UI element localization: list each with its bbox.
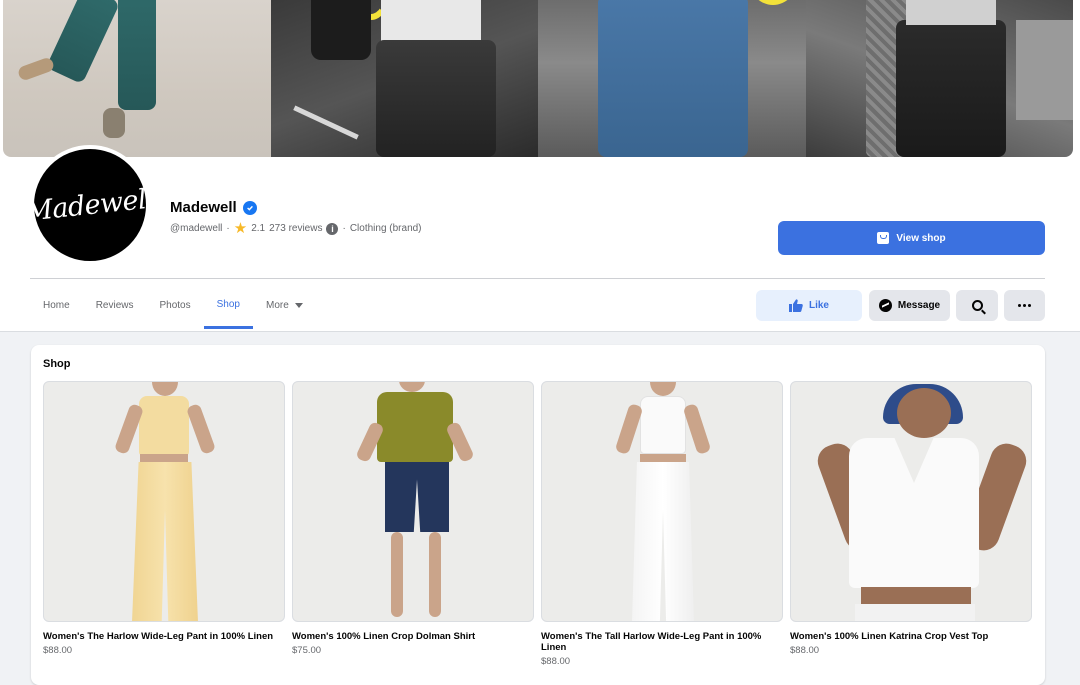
tab-label: More: [265, 300, 289, 311]
view-shop-label: View shop: [896, 232, 946, 244]
product-card[interactable]: Women's 100% Linen Crop Dolman Shirt $75…: [292, 381, 534, 656]
more-options-button[interactable]: [1004, 290, 1045, 321]
page-tabs: Home Reviews Photos Shop More: [30, 282, 316, 332]
tab-label: Home: [43, 300, 70, 311]
header-divider: [30, 278, 1045, 279]
page-title[interactable]: Madewell: [170, 199, 237, 216]
avatar-logo-text: Madewell: [24, 182, 156, 228]
cover-panel-3: [538, 0, 806, 157]
product-card[interactable]: Women's The Tall Harlow Wide-Leg Pant in…: [541, 381, 783, 667]
product-name[interactable]: Women's 100% Linen Katrina Crop Vest Top: [790, 631, 1032, 642]
cover-panel-1: [3, 0, 271, 157]
meta-separator: ·: [342, 223, 346, 234]
tab-reviews[interactable]: Reviews: [83, 282, 147, 329]
reviews-count[interactable]: 273 reviews: [269, 223, 322, 234]
cover-panel-4: [805, 0, 1073, 157]
product-name[interactable]: Women's 100% Linen Crop Dolman Shirt: [292, 631, 534, 642]
product-card[interactable]: Women's 100% Linen Katrina Crop Vest Top…: [790, 381, 1032, 656]
message-label: Message: [897, 300, 941, 311]
page-title-row: Madewell: [170, 199, 257, 216]
profile-header: Madewell Madewell @madewell · ★ 2.1 273 …: [0, 0, 1080, 332]
product-name[interactable]: Women's The Tall Harlow Wide-Leg Pant in…: [541, 631, 783, 653]
info-icon[interactable]: i: [326, 222, 339, 235]
product-price: $75.00: [292, 645, 322, 656]
page-avatar[interactable]: Madewell: [24, 145, 156, 265]
rating-value: 2.1: [251, 223, 266, 234]
tab-photos[interactable]: Photos: [146, 282, 203, 329]
like-button[interactable]: Like: [756, 290, 862, 321]
search-button[interactable]: [956, 290, 998, 321]
product-image[interactable]: [43, 381, 285, 622]
tab-label: Shop: [216, 298, 240, 310]
tab-label: Reviews: [95, 300, 134, 311]
product-price: $88.00: [541, 656, 571, 667]
page-category: Clothing (brand): [349, 223, 422, 234]
shop-bag-icon: [877, 232, 890, 244]
cover-photo[interactable]: [3, 0, 1073, 157]
product-image[interactable]: [541, 381, 783, 622]
tab-label: Photos: [159, 300, 191, 311]
caret-down-icon: [294, 303, 303, 308]
shop-heading: Shop: [43, 358, 71, 370]
tab-more[interactable]: More: [253, 282, 316, 329]
meta-separator: ·: [226, 223, 230, 234]
message-button[interactable]: Message: [869, 290, 950, 321]
like-label: Like: [808, 300, 829, 311]
search-icon: [971, 300, 983, 311]
cover-panel-2: [270, 0, 538, 157]
product-image[interactable]: [292, 381, 534, 622]
product-price: $88.00: [790, 645, 820, 656]
shop-section: Shop Women's The Harlow Wide-Leg Pant in…: [31, 345, 1045, 685]
product-card[interactable]: Women's The Harlow Wide-Leg Pant in 100%…: [43, 381, 285, 656]
product-name[interactable]: Women's The Harlow Wide-Leg Pant in 100%…: [43, 631, 285, 642]
tab-home[interactable]: Home: [30, 282, 83, 329]
product-price: $88.00: [43, 645, 73, 656]
star-icon: ★: [233, 220, 248, 237]
verified-badge-icon: [242, 200, 257, 215]
product-image[interactable]: [790, 381, 1032, 622]
thumbs-up-icon: [788, 299, 803, 312]
tab-shop[interactable]: Shop: [203, 282, 253, 329]
messenger-icon: [878, 299, 892, 312]
view-shop-button[interactable]: View shop: [778, 221, 1045, 255]
more-dots-icon: [1018, 304, 1031, 307]
page-handle: @madewell: [170, 223, 223, 234]
page-meta: @madewell · ★ 2.1 273 reviews i · Clothi…: [170, 221, 422, 236]
